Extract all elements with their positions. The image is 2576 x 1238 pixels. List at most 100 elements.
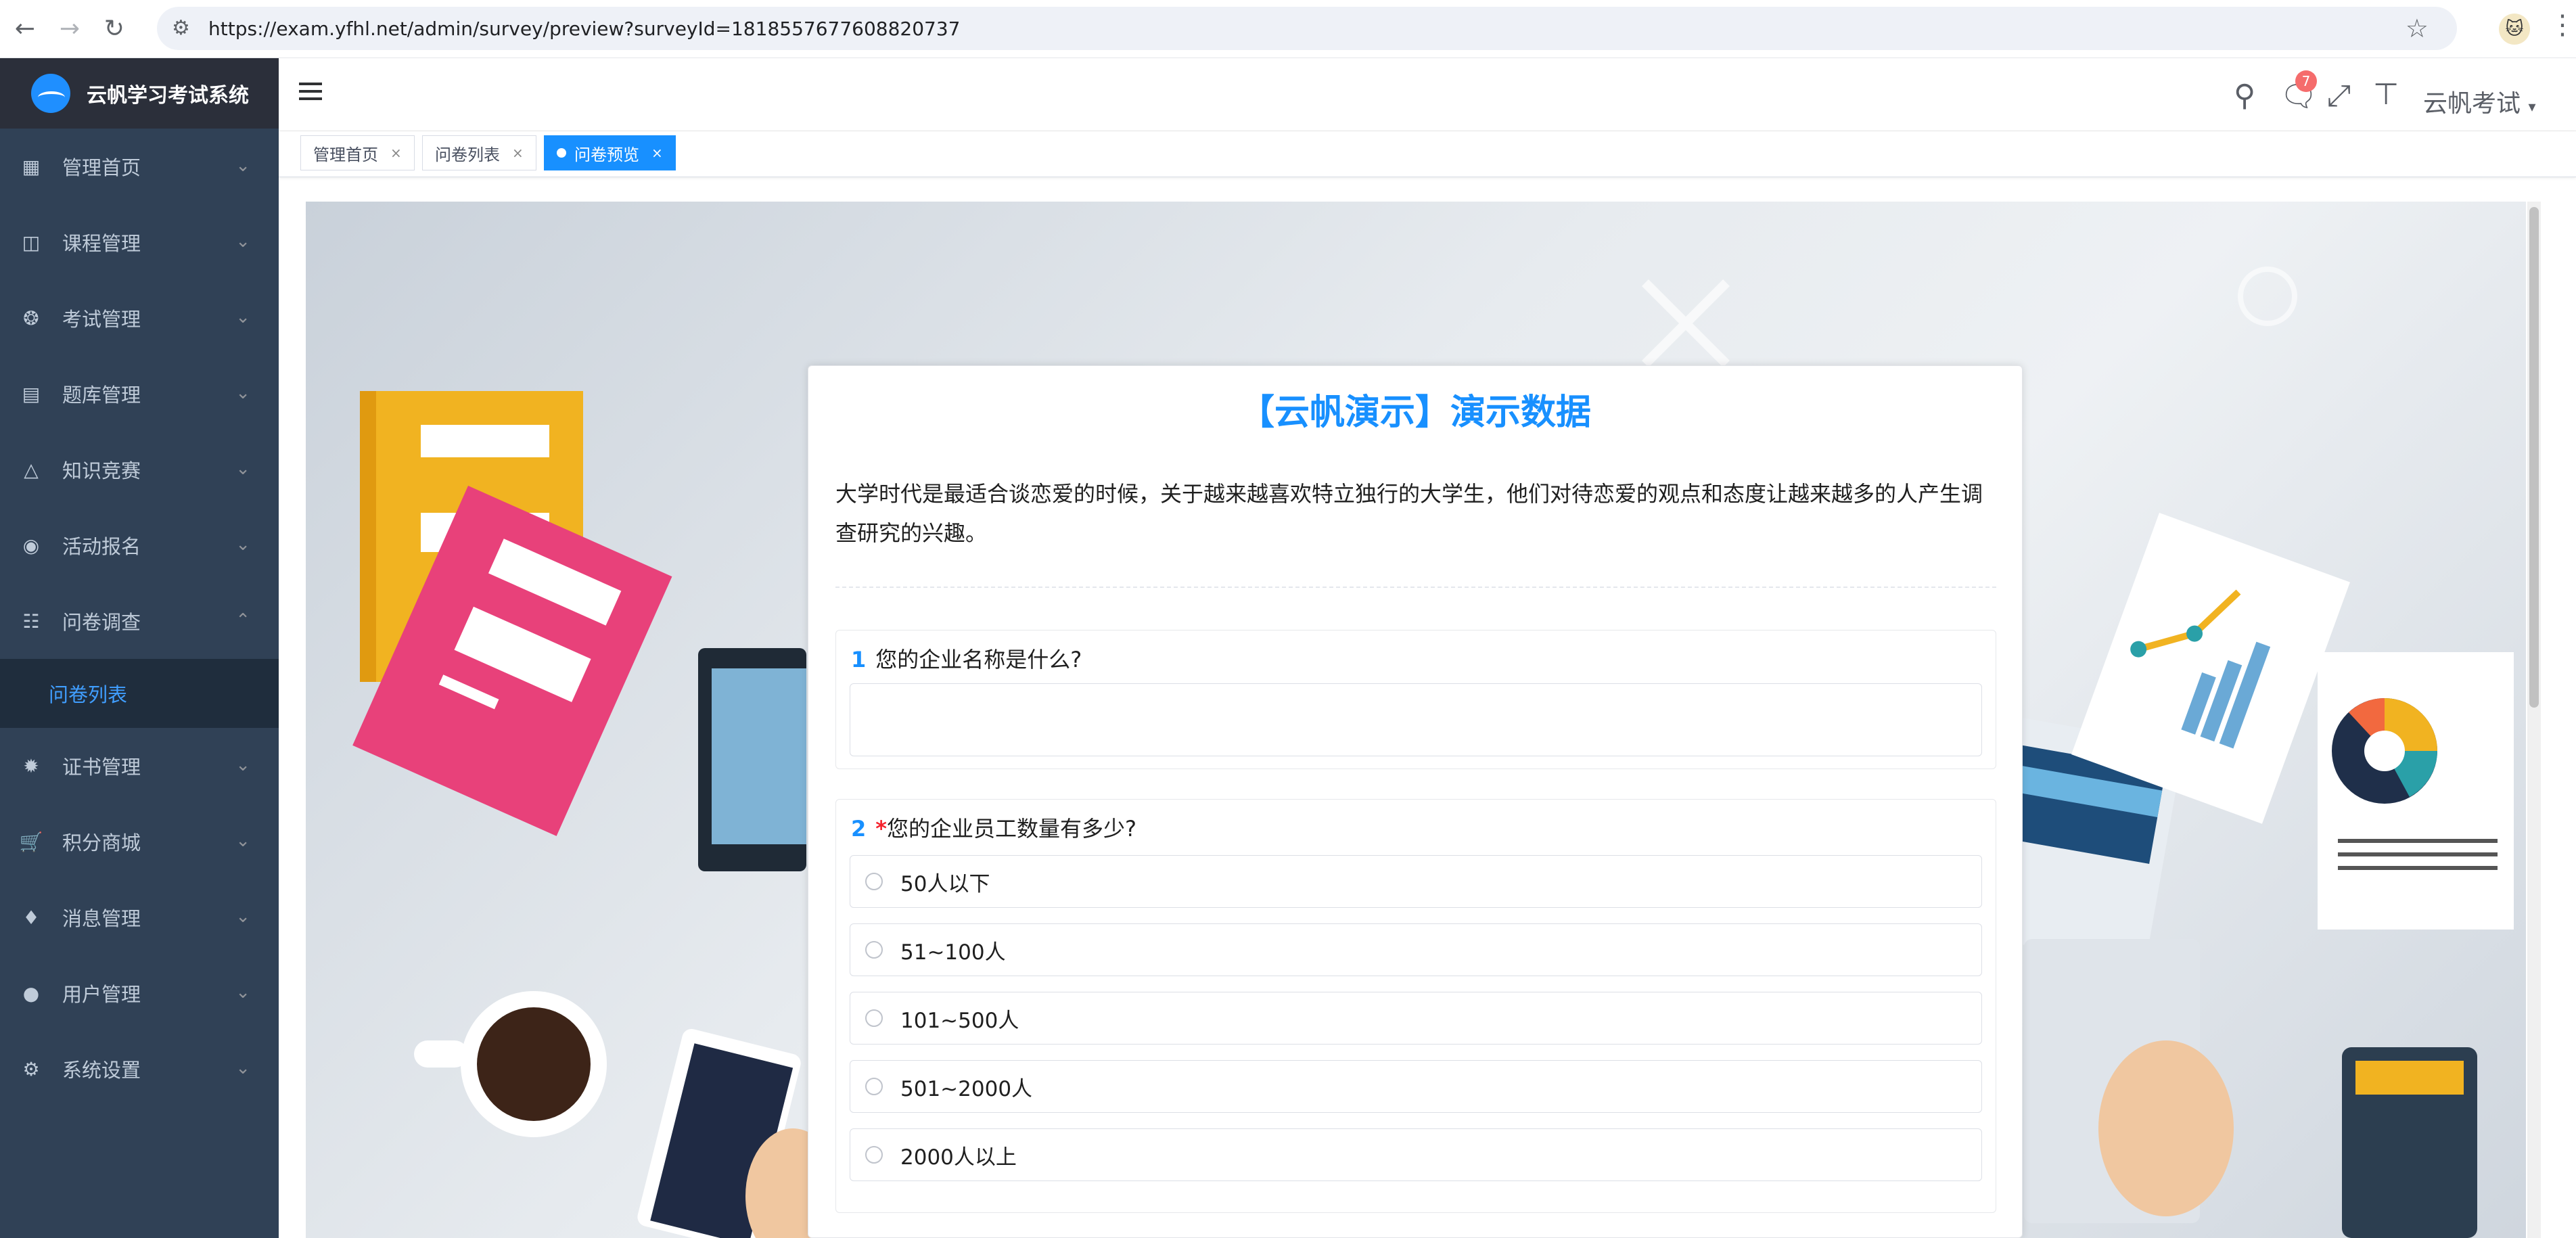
sidebar-item-label: 考试管理	[62, 308, 141, 331]
profile-avatar[interactable]: 🐱	[2499, 14, 2530, 45]
sidebar-item-label: 证书管理	[62, 756, 141, 779]
browser-toolbar: ← → ↻ ⚙ https://exam.yfhl.net/admin/surv…	[0, 0, 2576, 58]
sidebar-item-label: 知识竞赛	[62, 459, 141, 482]
question-2: 2 *您的企业员工数量有多少? 50人以下 51~100人 101~500人 50…	[835, 799, 1996, 1213]
forward-icon[interactable]: →	[50, 9, 89, 49]
tag-label: 问卷列表	[435, 145, 500, 164]
sidebar-item-exam[interactable]: ❂ 考试管理 ⌄	[0, 280, 279, 356]
reload-icon[interactable]: ↻	[95, 9, 134, 49]
chevron-down-icon: ⌄	[235, 231, 250, 252]
option-label: 50人以下	[900, 871, 990, 896]
sidebar-item-dashboard[interactable]: ▦ 管理首页 ⌄	[0, 129, 279, 204]
radio-option[interactable]: 2000人以上	[850, 1128, 1982, 1181]
radio-button[interactable]	[865, 1146, 883, 1164]
dashboard-icon: ▦	[22, 155, 41, 178]
option-label: 501~2000人	[900, 1076, 1033, 1101]
sidebar-item-settings[interactable]: ⚙ 系统设置 ⌄	[0, 1031, 279, 1107]
sidebar-item-question-bank[interactable]: ▤ 题库管理 ⌄	[0, 356, 279, 432]
chevron-down-icon: ⌄	[235, 982, 250, 1003]
fullscreen-icon[interactable]: ⤢	[2327, 78, 2351, 113]
app-title: 云帆学习考试系统	[87, 84, 249, 108]
chevron-down-icon: ⌄	[235, 307, 250, 327]
menu-toggle-icon[interactable]	[299, 83, 322, 106]
tag-dashboard[interactable]: 管理首页 ×	[300, 135, 415, 170]
survey-card: 【云帆演示】演示数据 大学时代是最适合谈恋爱的时候，关于越来越喜欢特立独行的大学…	[808, 365, 2023, 1238]
sidebar-item-survey[interactable]: ☷ 问卷调查 ⌃	[0, 583, 279, 659]
radio-option[interactable]: 101~500人	[850, 992, 1982, 1045]
radio-button[interactable]	[865, 941, 883, 959]
radio-button[interactable]	[865, 1009, 883, 1027]
sidebar-item-label: 活动报名	[62, 535, 141, 558]
option-label: 101~500人	[900, 1008, 1019, 1033]
radio-option[interactable]: 50人以下	[850, 855, 1982, 908]
sidebar-item-label: 问卷调查	[62, 611, 141, 634]
chevron-down-icon: ⌄	[235, 534, 250, 555]
active-dot-icon	[557, 148, 566, 158]
activity-icon: ◉	[22, 534, 40, 557]
divider	[835, 587, 1996, 588]
question-1: 1 您的企业名称是什么?	[835, 630, 1996, 769]
survey-title: 【云帆演示】演示数据	[1239, 392, 1591, 433]
chevron-down-icon: ⌄	[235, 755, 250, 775]
message-badge: 7	[2295, 70, 2317, 92]
tag-label: 问卷预览	[574, 145, 639, 164]
radio-button[interactable]	[865, 1078, 883, 1095]
radio-button[interactable]	[865, 873, 883, 890]
user-icon: ●	[22, 982, 40, 1005]
url-text[interactable]: https://exam.yfhl.net/admin/survey/previ…	[208, 18, 960, 40]
question-number: 2	[851, 816, 867, 842]
bell-icon: ♦	[22, 906, 40, 929]
sidebar-item-activity[interactable]: ◉ 活动报名 ⌄	[0, 507, 279, 583]
close-icon[interactable]: ×	[512, 145, 524, 161]
chevron-down-icon: ⌄	[235, 156, 250, 176]
chevron-down-icon: ⌄	[235, 831, 250, 851]
chevron-up-icon: ⌃	[235, 610, 250, 631]
site-settings-icon[interactable]: ⚙	[172, 16, 196, 41]
sidebar-subitem-survey-list[interactable]: 问卷列表	[0, 659, 279, 728]
sidebar-item-label: 积分商城	[62, 831, 141, 854]
address-bar[interactable]: ⚙ https://exam.yfhl.net/admin/survey/pre…	[157, 7, 2457, 50]
sidebar-item-certificate[interactable]: ✹ 证书管理 ⌄	[0, 728, 279, 804]
course-icon: ◫	[22, 231, 41, 254]
question-text: 您的企业名称是什么?	[875, 647, 1082, 672]
chevron-down-icon: ⌄	[235, 907, 250, 927]
survey-description: 大学时代是最适合谈恋爱的时候，关于越来越喜欢特立独行的大学生，他们对待恋爱的观点…	[835, 481, 1983, 546]
user-menu[interactable]: 云帆考试 ▾	[2423, 84, 2536, 119]
radio-option[interactable]: 501~2000人	[850, 1060, 1982, 1113]
close-icon[interactable]: ×	[390, 145, 402, 161]
option-label: 51~100人	[900, 940, 1006, 965]
radio-option[interactable]: 51~100人	[850, 923, 1982, 976]
tag-survey-list[interactable]: 问卷列表 ×	[422, 135, 536, 170]
content-scrollbar-thumb[interactable]	[2529, 207, 2539, 708]
answer-textarea[interactable]	[850, 683, 1982, 756]
browser-menu-icon[interactable]: ⋮	[2549, 9, 2576, 41]
app-logo-icon	[31, 74, 70, 113]
caret-down-icon: ▾	[2528, 99, 2536, 116]
font-size-icon[interactable]: ⊤	[2373, 77, 2399, 112]
chevron-down-icon: ⌄	[235, 1058, 250, 1078]
back-icon[interactable]: ←	[5, 9, 45, 49]
question-title: 1 您的企业名称是什么?	[851, 643, 1082, 674]
sidebar-item-user[interactable]: ● 用户管理 ⌄	[0, 955, 279, 1031]
search-icon[interactable]: ⚲	[2234, 78, 2255, 113]
close-icon[interactable]: ×	[651, 145, 663, 161]
top-navbar	[279, 58, 2576, 131]
survey-icon: ☷	[22, 610, 40, 633]
option-label: 2000人以上	[900, 1145, 1017, 1170]
sidebar-item-competition[interactable]: △ 知识竞赛 ⌄	[0, 432, 279, 507]
sidebar-item-label: 题库管理	[62, 384, 141, 407]
bookmark-star-icon[interactable]: ☆	[2406, 14, 2429, 43]
sidebar-item-label: 用户管理	[62, 983, 141, 1006]
cart-icon: 🛒	[19, 830, 43, 853]
chevron-down-icon: ⌄	[235, 459, 250, 479]
app-logo-row[interactable]: 云帆学习考试系统	[0, 58, 279, 129]
tag-survey-preview[interactable]: 问卷预览 ×	[544, 135, 676, 170]
sidebar-item-points-mall[interactable]: 🛒 积分商城 ⌄	[0, 804, 279, 879]
sidebar-item-message[interactable]: ♦ 消息管理 ⌄	[0, 879, 279, 955]
chevron-down-icon: ⌄	[235, 383, 250, 403]
sidebar-item-course[interactable]: ◫ 课程管理 ⌄	[0, 204, 279, 280]
sidebar-item-label: 课程管理	[62, 232, 141, 255]
question-bank-icon: ▤	[22, 382, 41, 405]
required-mark: *	[875, 816, 887, 842]
gear-icon: ⚙	[22, 1057, 40, 1080]
